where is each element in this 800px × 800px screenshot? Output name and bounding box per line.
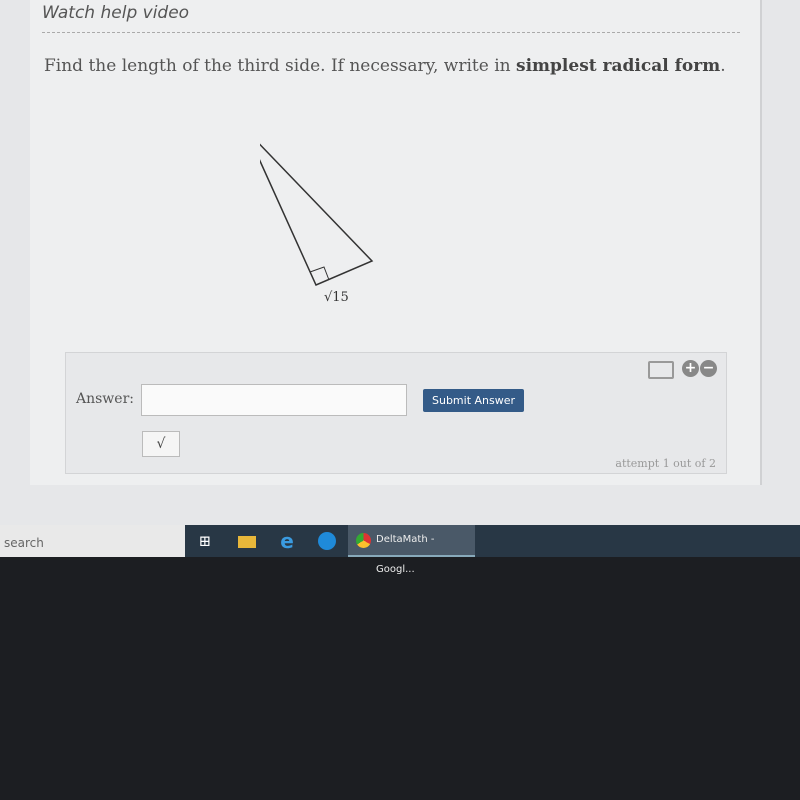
answer-label: Answer: <box>76 391 134 407</box>
browser-content: Watch help video Find the length of the … <box>0 0 800 525</box>
chrome-icon <box>356 533 371 548</box>
file-explorer-icon[interactable] <box>238 536 256 548</box>
divider <box>42 32 740 33</box>
base-label: √15 <box>324 290 349 305</box>
help-video-link[interactable]: Watch help video <box>42 3 189 23</box>
keyboard-icon[interactable] <box>648 361 674 379</box>
question-suffix: . <box>720 56 726 76</box>
question-prefix: Find the length of the third side. If ne… <box>44 56 517 76</box>
taskbar: search ⊞ e DeltaMath - Googl... <box>0 525 800 575</box>
answer-input[interactable] <box>141 384 407 416</box>
zoom-in-icon[interactable]: + <box>682 360 699 377</box>
chrome-tab-label: DeltaMath - Googl... <box>376 534 435 575</box>
taskbar-search[interactable]: search <box>0 525 185 557</box>
task-view-icon[interactable]: ⊞ <box>196 532 214 550</box>
zoom-out-icon[interactable]: − <box>700 360 717 377</box>
attempt-counter: attempt 1 out of 2 <box>615 457 716 470</box>
answer-panel: + − Answer: Submit Answer √ attempt 1 ou… <box>65 352 727 474</box>
question-text: Find the length of the third side. If ne… <box>44 56 726 76</box>
edge-icon[interactable] <box>318 532 336 550</box>
sqrt-button[interactable]: √ <box>142 431 180 457</box>
internet-explorer-icon[interactable]: e <box>278 531 296 551</box>
triangle-diagram: 7 √15 <box>260 143 374 305</box>
chrome-taskbar-item[interactable]: DeltaMath - Googl... <box>348 525 475 575</box>
submit-answer-button[interactable]: Submit Answer <box>423 389 525 412</box>
question-bold: simplest radical form <box>516 56 721 76</box>
